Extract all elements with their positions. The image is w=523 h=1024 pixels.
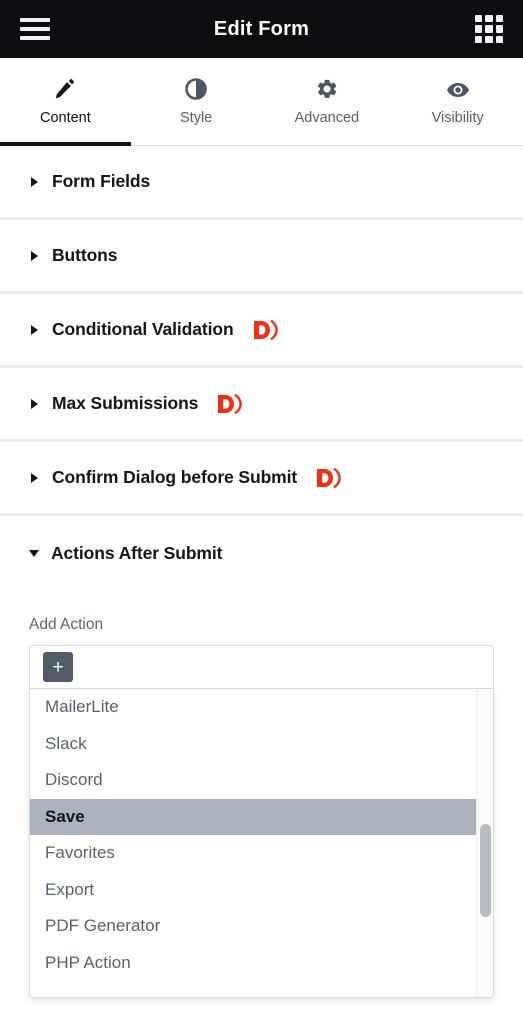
section-title: Form Fields xyxy=(52,171,151,191)
dropdown-option-pdf-generator[interactable]: PDF Generator xyxy=(30,908,493,945)
actions-after-submit-panel: Add Action + MailerLite Slack Discord Sa… xyxy=(0,616,523,998)
dropdown-option-save[interactable]: Save xyxy=(30,798,493,835)
chevron-right-icon xyxy=(31,176,38,187)
hamburger-bar xyxy=(20,18,50,22)
section-buttons[interactable]: Buttons xyxy=(0,220,523,294)
dropdown-scrollbar-thumb[interactable] xyxy=(480,824,491,917)
section-actions-after-submit[interactable]: Actions After Submit xyxy=(0,516,523,590)
dropdown-option-php-action[interactable]: PHP Action xyxy=(30,945,493,982)
pro-badge-icon xyxy=(315,467,345,488)
hamburger-bar xyxy=(20,36,50,40)
contrast-circle-icon xyxy=(184,77,208,101)
tab-style[interactable]: Style xyxy=(131,58,262,145)
grid-cell xyxy=(485,35,493,43)
page-title: Edit Form xyxy=(213,17,310,40)
tab-label: Advanced xyxy=(294,110,360,126)
add-action-select-wrapper: + MailerLite Slack Discord Save Favorite… xyxy=(29,645,494,998)
add-action-select[interactable]: + xyxy=(29,645,494,689)
tab-label: Visibility xyxy=(431,110,484,126)
app-header: Edit Form xyxy=(0,0,523,58)
tab-label: Style xyxy=(180,110,213,126)
grid-cell xyxy=(475,25,483,33)
chevron-right-icon xyxy=(31,324,38,335)
grid-cell xyxy=(485,25,493,33)
grid-cell xyxy=(475,35,483,43)
add-action-dropdown: MailerLite Slack Discord Save Favorites … xyxy=(29,689,494,998)
dropdown-option-favorites[interactable]: Favorites xyxy=(30,835,493,872)
editor-tabs: Content Style Advanced Visibility xyxy=(0,58,523,146)
pencil-icon xyxy=(53,77,77,101)
dropdown-scrollbar[interactable] xyxy=(476,689,493,997)
gear-icon xyxy=(315,77,339,101)
section-title: Max Submissions xyxy=(52,393,199,413)
grid-cell xyxy=(475,15,483,23)
section-confirm-dialog-before-submit[interactable]: Confirm Dialog before Submit xyxy=(0,442,523,516)
grid-cell xyxy=(495,25,503,33)
section-form-fields[interactable]: Form Fields xyxy=(0,146,523,220)
chevron-down-icon xyxy=(29,549,39,557)
dropdown-option-slack[interactable]: Slack xyxy=(30,726,493,763)
section-title: Confirm Dialog before Submit xyxy=(52,467,298,487)
section-title: Conditional Validation xyxy=(52,319,234,339)
settings-accordion: Form Fields Buttons Conditional Validati… xyxy=(0,146,523,590)
grid-cell xyxy=(495,35,503,43)
grid-apps-icon[interactable] xyxy=(475,15,503,43)
section-conditional-validation[interactable]: Conditional Validation xyxy=(0,294,523,368)
tab-content[interactable]: Content xyxy=(0,58,131,146)
section-title: Actions After Submit xyxy=(51,542,223,563)
tab-visibility[interactable]: Visibility xyxy=(392,58,523,145)
chevron-right-icon xyxy=(31,398,38,409)
add-action-label: Add Action xyxy=(29,616,104,633)
tab-label: Content xyxy=(39,110,91,126)
grid-cell xyxy=(495,15,503,23)
chevron-right-icon xyxy=(31,250,38,261)
hamburger-bar xyxy=(20,27,50,31)
pro-badge-icon xyxy=(252,319,282,340)
dropdown-option-export[interactable]: Export xyxy=(30,872,493,909)
section-max-submissions[interactable]: Max Submissions xyxy=(0,368,523,442)
tab-advanced[interactable]: Advanced xyxy=(262,58,393,145)
pro-badge-icon xyxy=(216,393,246,414)
hamburger-menu-icon[interactable] xyxy=(20,18,50,40)
dropdown-option-list: MailerLite Slack Discord Save Favorites … xyxy=(30,689,493,981)
grid-cell xyxy=(485,15,493,23)
dropdown-option-mailerlite[interactable]: MailerLite xyxy=(30,689,493,726)
chevron-right-icon xyxy=(31,472,38,483)
dropdown-option-discord[interactable]: Discord xyxy=(30,762,493,799)
eye-icon xyxy=(446,77,470,101)
section-title: Buttons xyxy=(52,245,118,265)
add-action-button[interactable]: + xyxy=(43,652,73,682)
